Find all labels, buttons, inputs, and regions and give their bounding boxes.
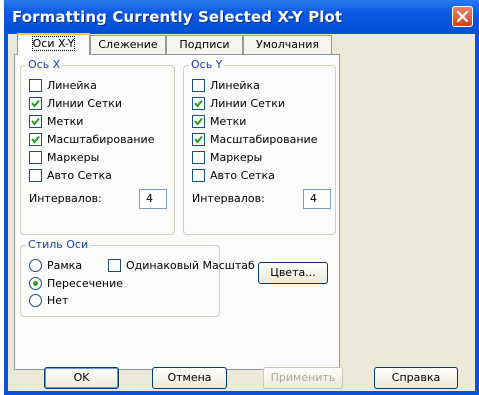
tab-axes-xy[interactable]: Оси X-Y bbox=[17, 33, 90, 55]
title-bar[interactable]: Formatting Currently Selected X-Y Plot bbox=[4, 0, 479, 34]
radio-button[interactable] bbox=[29, 294, 42, 307]
checkbox[interactable] bbox=[29, 133, 42, 146]
tab-panel: Ось X Линейка Линии Сетки Метки Масштаби… bbox=[14, 54, 340, 370]
checkmark-icon bbox=[194, 135, 203, 144]
axis-y-intervals-input[interactable]: 4 bbox=[303, 189, 331, 209]
tab-label: Оси X-Y bbox=[31, 36, 76, 51]
checkbox[interactable] bbox=[108, 259, 121, 272]
tab-label: Подписи bbox=[179, 38, 230, 51]
axis-x-group-title: Ось X bbox=[26, 58, 63, 71]
checkbox[interactable] bbox=[29, 169, 42, 182]
option-label: Авто Сетка bbox=[47, 169, 112, 182]
option-label: Нет bbox=[47, 294, 69, 307]
option-label: Пересечение bbox=[47, 277, 123, 290]
option-label: Маркеры bbox=[47, 151, 100, 164]
checkbox[interactable] bbox=[192, 79, 205, 92]
option-label: Авто Сетка bbox=[210, 169, 275, 182]
dialog-body: Оси X-Y Слежение Подписи Умолчания Ось X… bbox=[8, 33, 475, 391]
checkmark-icon bbox=[194, 99, 203, 108]
option-label: Линейка bbox=[210, 79, 260, 92]
axis-y-group-title: Ось Y bbox=[189, 58, 225, 71]
checkbox[interactable] bbox=[192, 115, 205, 128]
checkbox[interactable] bbox=[29, 79, 42, 92]
window-title: Formatting Currently Selected X-Y Plot bbox=[12, 8, 343, 26]
checkmark-icon bbox=[31, 99, 40, 108]
checkbox[interactable] bbox=[192, 169, 205, 182]
checkbox[interactable] bbox=[29, 97, 42, 110]
option-label: Одинаковый Масштаб bbox=[126, 259, 255, 272]
checkmark-icon bbox=[31, 135, 40, 144]
axis-y-scaling-option[interactable]: Масштабирование bbox=[192, 133, 332, 147]
option-label: Линейка bbox=[47, 79, 97, 92]
axis-x-intervals-input[interactable]: 4 bbox=[139, 189, 167, 209]
axis-x-group: Ось X Линейка Линии Сетки Метки Масштаби… bbox=[20, 58, 175, 235]
colors-button[interactable]: Цвета... bbox=[258, 262, 328, 284]
ok-button[interactable]: OK bbox=[44, 367, 119, 389]
checkbox[interactable] bbox=[192, 97, 205, 110]
close-button[interactable] bbox=[452, 6, 473, 27]
option-label: Маркеры bbox=[210, 151, 263, 164]
checkmark-icon bbox=[31, 117, 40, 126]
checkmark-icon bbox=[194, 117, 203, 126]
tab-captions[interactable]: Подписи bbox=[166, 35, 243, 55]
apply-button[interactable]: Применить bbox=[263, 367, 343, 389]
radio-button[interactable] bbox=[29, 259, 42, 272]
axis-style-group-title: Стиль Оси bbox=[26, 238, 91, 251]
option-label: Линии Сетки bbox=[210, 97, 286, 110]
option-label: Рамка bbox=[47, 259, 83, 272]
option-label: Метки bbox=[210, 115, 247, 128]
tab-label: Умолчания bbox=[256, 38, 319, 51]
axis-y-group: Ось Y Линейка Линии Сетки Метки Масштаби… bbox=[183, 58, 336, 235]
option-label: Линии Сетки bbox=[47, 97, 123, 110]
checkbox[interactable] bbox=[192, 151, 205, 164]
axis-style-group: Стиль Оси Рамка Одинаковый Масштаб Перес… bbox=[20, 238, 255, 317]
axis-x-intervals-label: Интервалов: bbox=[29, 192, 102, 205]
option-label: Метки bbox=[47, 115, 84, 128]
radio-button[interactable] bbox=[29, 277, 42, 290]
axis-y-intervals-label: Интервалов: bbox=[192, 192, 265, 205]
checkbox[interactable] bbox=[29, 151, 42, 164]
tab-tracking[interactable]: Слежение bbox=[90, 35, 166, 55]
option-label: Масштабирование bbox=[47, 133, 155, 146]
checkbox[interactable] bbox=[192, 133, 205, 146]
checkbox[interactable] bbox=[29, 115, 42, 128]
help-button[interactable]: Справка bbox=[374, 367, 458, 389]
tab-defaults[interactable]: Умолчания bbox=[243, 35, 332, 55]
option-label: Масштабирование bbox=[210, 133, 318, 146]
tab-label: Слежение bbox=[98, 38, 158, 51]
dialog-window: Formatting Currently Selected X-Y Plot О… bbox=[4, 0, 479, 395]
close-icon bbox=[456, 10, 469, 23]
cancel-button[interactable]: Отмена bbox=[152, 367, 227, 389]
